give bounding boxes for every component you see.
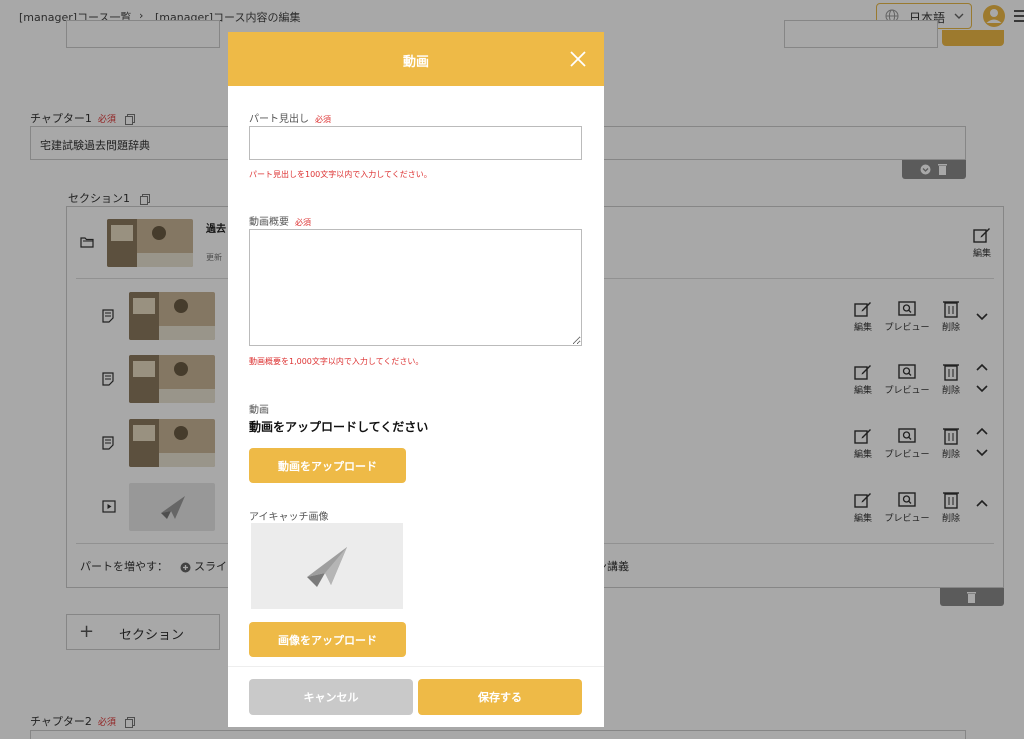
cancel-button[interactable]: キャンセル bbox=[249, 679, 413, 715]
save-button[interactable]: 保存する bbox=[418, 679, 582, 715]
video-summary-error: 動画概要を1,000文字以内で入力してください。 bbox=[249, 357, 424, 366]
video-modal: 動画 パート見出し 必須 パート見出しを100文字以内で入力してください。 動画概… bbox=[228, 32, 604, 727]
eyecatch-preview bbox=[251, 523, 403, 609]
upload-video-button[interactable]: 動画をアップロード bbox=[249, 448, 406, 483]
upload-image-button[interactable]: 画像をアップロード bbox=[249, 622, 406, 657]
video-label: 動画 bbox=[249, 405, 269, 416]
modal-title: 動画 bbox=[402, 55, 429, 70]
part-heading-input[interactable] bbox=[249, 126, 582, 160]
eyecatch-label: アイキャッチ画像 bbox=[249, 512, 329, 523]
video-summary-textarea[interactable] bbox=[249, 229, 582, 346]
video-summary-label: 動画概要 必須 bbox=[249, 217, 311, 228]
part-heading-error: パート見出しを100文字以内で入力してください。 bbox=[249, 170, 432, 179]
part-heading-label: パート見出し 必須 bbox=[249, 114, 331, 125]
video-upload-prompt: 動画をアップロードしてください bbox=[249, 420, 429, 434]
modal-header: 動画 bbox=[228, 32, 604, 86]
paper-plane-icon bbox=[307, 547, 347, 587]
modal-footer-divider bbox=[228, 666, 604, 667]
close-icon[interactable] bbox=[568, 49, 588, 69]
